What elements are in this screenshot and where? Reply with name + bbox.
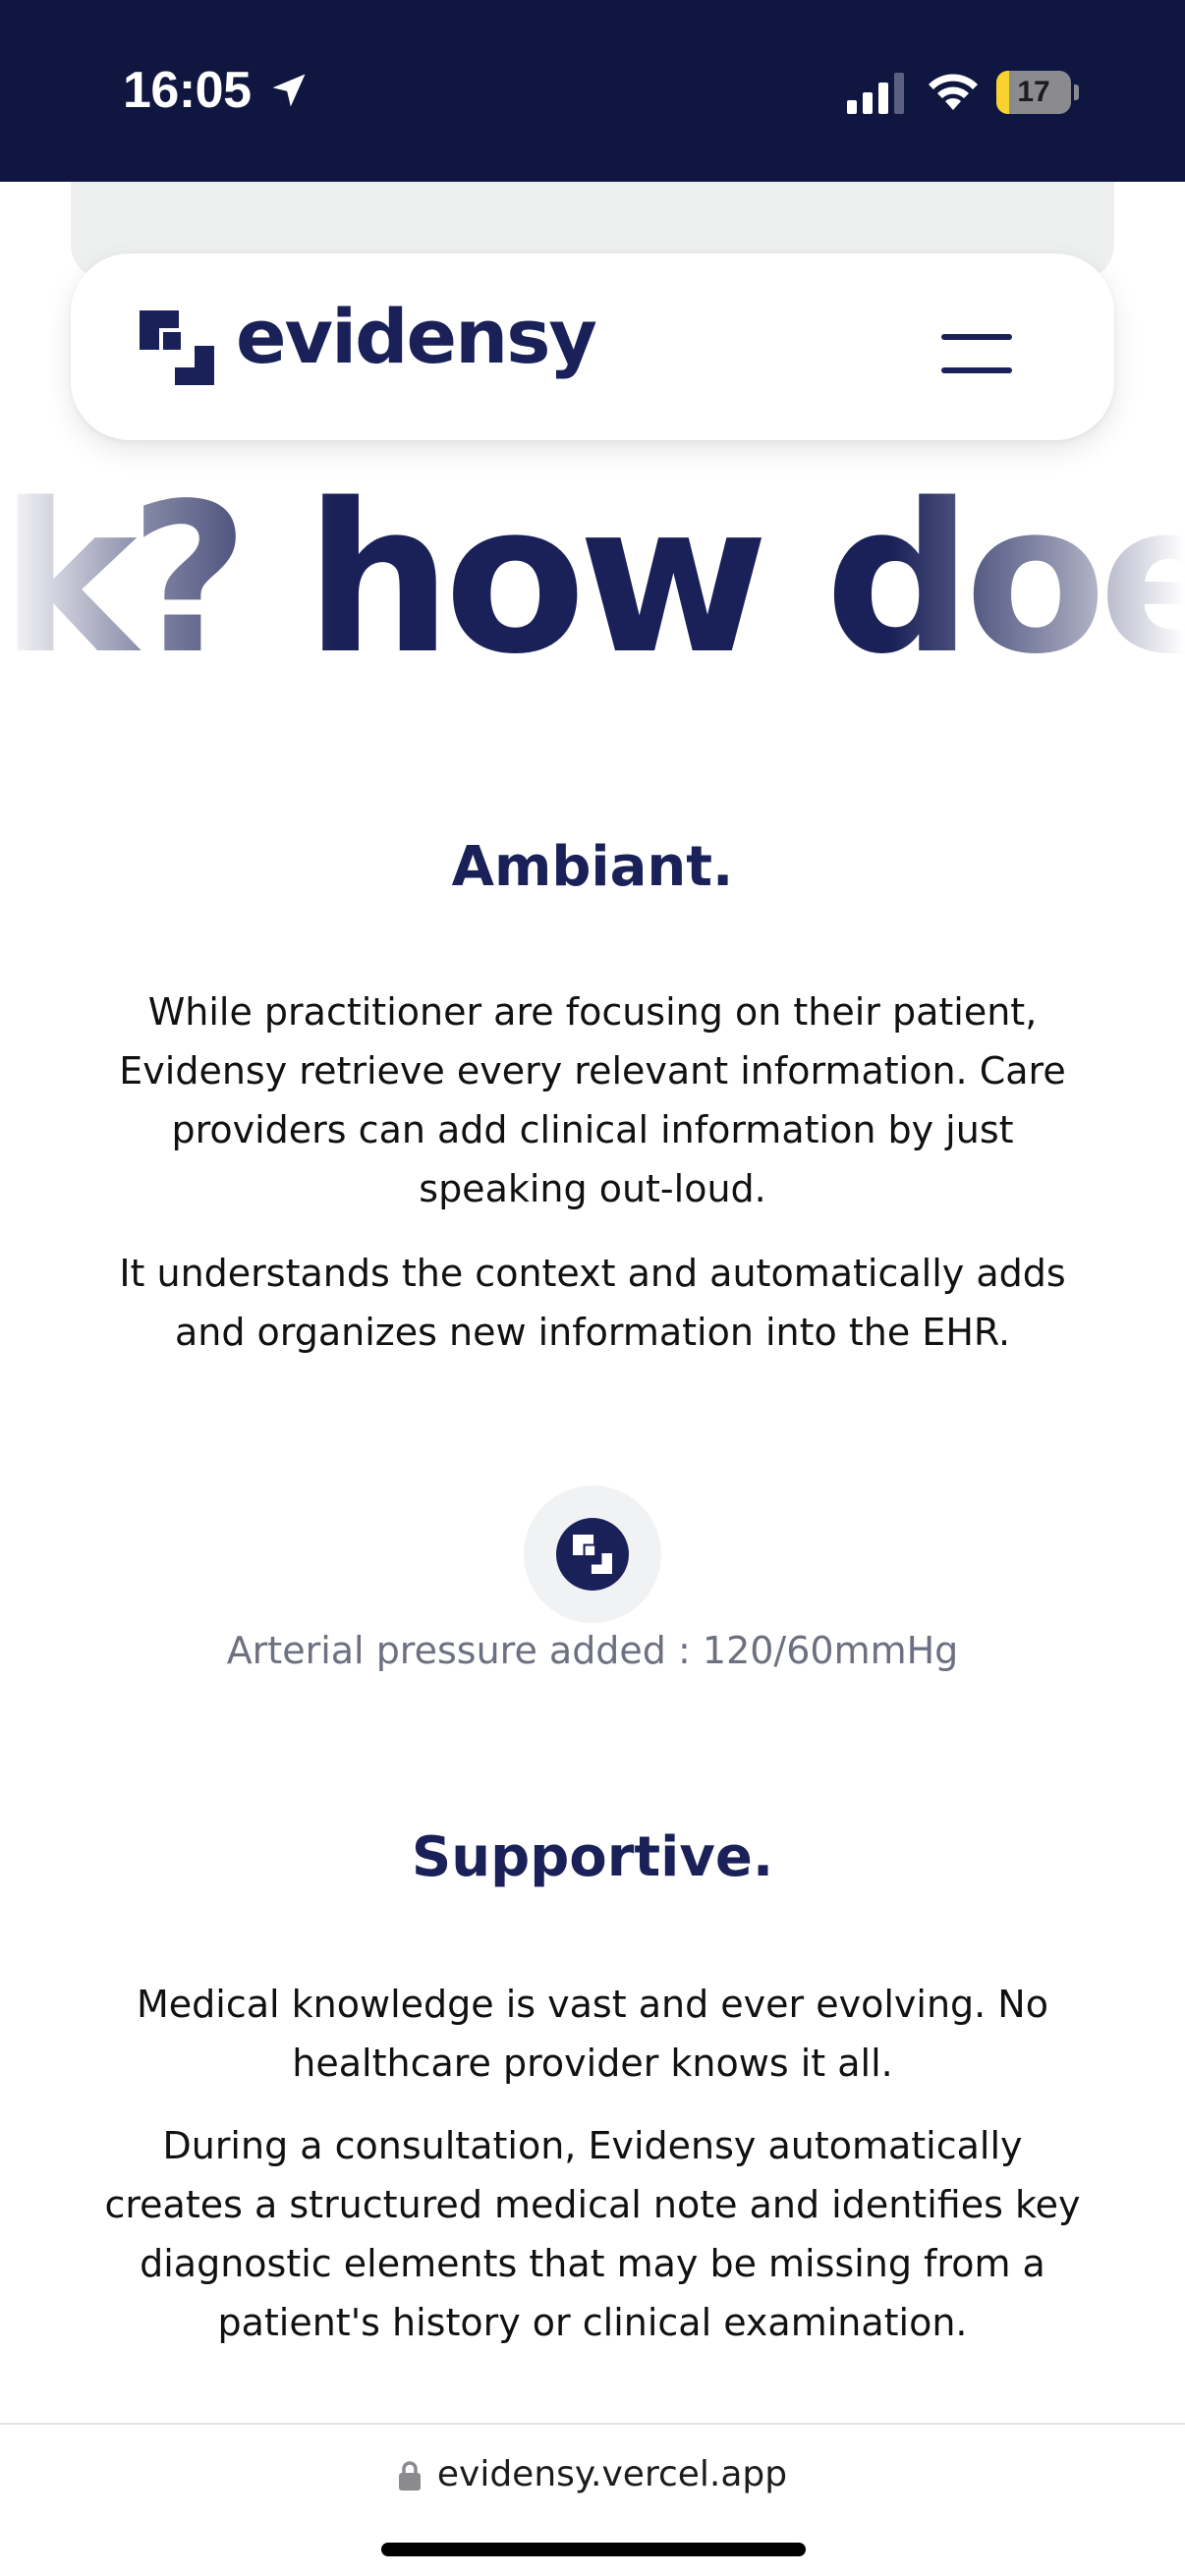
ambient-caption: Arterial pressure added : 120/60mmHg	[226, 1629, 959, 1672]
section-title-supportive: Supportive.	[411, 1825, 774, 1889]
fade-right	[890, 472, 1185, 688]
ai-badge	[524, 1485, 661, 1623]
menu-line-top	[941, 334, 1012, 340]
url-text[interactable]: evidensy.vercel.app	[437, 2454, 787, 2494]
ambiant-paragraph-1: While practitioner are focusing on their…	[119, 990, 1066, 1210]
cellular-signal-icon	[847, 73, 904, 114]
fade-left	[0, 472, 334, 688]
supportive-paragraph-1: Medical knowledge is vast and ever evolv…	[137, 1983, 1048, 2085]
url-container[interactable]: evidensy.vercel.app	[0, 2454, 1185, 2494]
status-bar: 16:05 17	[0, 0, 1185, 182]
battery-icon: 17	[996, 71, 1071, 114]
supportive-paragraph-2: During a consultation, Evidensy automati…	[104, 2124, 1081, 2344]
hamburger-menu-icon[interactable]	[941, 334, 1018, 373]
location-arrow-icon	[272, 74, 306, 107]
site-header: evidensy	[71, 253, 1114, 440]
browser-address-bar: evidensy.vercel.app	[0, 2423, 1185, 2576]
wifi-icon	[929, 74, 978, 110]
lock-icon	[398, 2461, 421, 2491]
status-time: 16:05	[123, 62, 252, 119]
section-title-ambiant: Ambiant.	[451, 835, 734, 899]
brand-wordmark[interactable]: evidensy	[236, 293, 597, 380]
battery-level: 17	[1017, 76, 1050, 108]
battery-indicator: 17	[996, 71, 1079, 114]
home-indicator[interactable]	[381, 2543, 806, 2556]
evidensy-ai-icon	[556, 1518, 629, 1591]
scrolling-headline: k? how doe	[0, 472, 1185, 688]
ambiant-paragraph-2: It understands the context and automatic…	[119, 1252, 1066, 1354]
menu-line-bottom	[941, 367, 1012, 373]
evidensy-logo-icon[interactable]	[140, 310, 214, 385]
battery-nub	[1074, 84, 1079, 100]
